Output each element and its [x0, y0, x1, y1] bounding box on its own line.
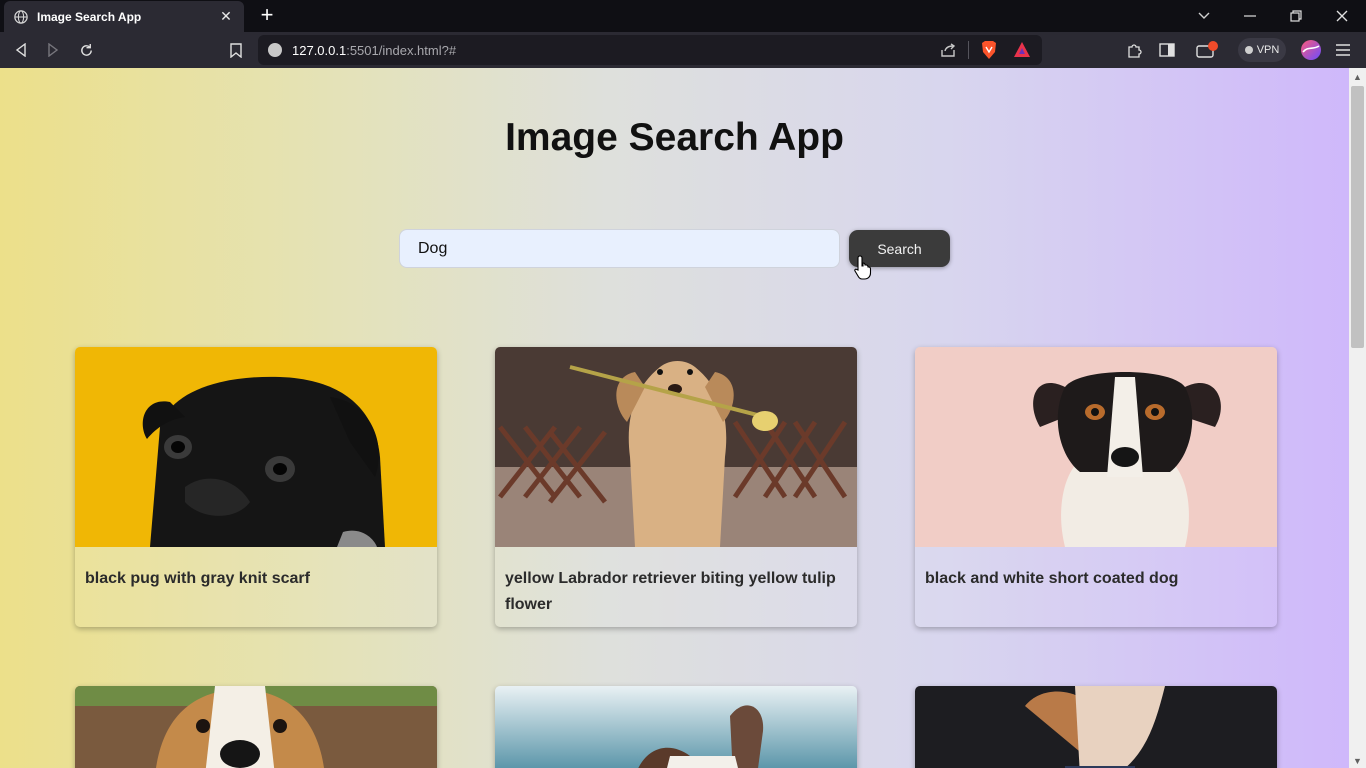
result-card[interactable]	[75, 686, 437, 768]
url-host: 127.0.0.1	[292, 43, 347, 58]
info-icon[interactable]	[268, 43, 282, 57]
result-image[interactable]	[495, 347, 857, 547]
minimize-icon[interactable]	[1230, 0, 1270, 32]
result-caption: black and white short coated dog	[925, 570, 1179, 587]
bookmark-icon[interactable]	[224, 38, 248, 62]
vpn-label: VPN	[1256, 44, 1280, 56]
vpn-button[interactable]: VPN	[1238, 38, 1286, 62]
result-card[interactable]: black pug with gray knit scarf	[75, 347, 437, 627]
scroll-up-icon[interactable]: ▲	[1353, 72, 1362, 82]
result-image[interactable]	[915, 686, 1277, 768]
result-image[interactable]	[75, 347, 437, 547]
result-card[interactable]: black and white short coated dog	[915, 347, 1277, 627]
back-icon[interactable]	[9, 38, 33, 62]
profile-icon[interactable]	[1299, 38, 1323, 62]
result-card[interactable]: yellow Labrador retriever biting yellow …	[495, 347, 857, 627]
address-bar[interactable]: 127.0.0.1:5501/index.html?#	[258, 35, 1042, 65]
result-card[interactable]	[495, 686, 857, 768]
result-card[interactable]	[915, 686, 1277, 768]
browser-toolbar: 127.0.0.1:5501/index.html?# VPN	[0, 32, 1366, 68]
page-viewport: Image Search App Search black pug with g…	[0, 68, 1349, 768]
page-scrollbar[interactable]: ▲ ▼	[1349, 68, 1366, 768]
plus-icon[interactable]: +	[256, 4, 278, 28]
scrollbar-thumb[interactable]	[1351, 86, 1364, 348]
wallet-icon[interactable]	[1196, 38, 1220, 62]
menu-icon[interactable]	[1331, 38, 1355, 62]
url-path: :5501/index.html?#	[346, 43, 457, 58]
result-caption: black pug with gray knit scarf	[85, 570, 310, 587]
pointer-cursor-icon	[854, 255, 872, 280]
close-icon[interactable]: ✕	[218, 8, 234, 25]
result-image[interactable]	[495, 686, 857, 768]
url-text: 127.0.0.1:5501/index.html?#	[292, 43, 456, 58]
window-close-icon[interactable]	[1322, 0, 1362, 32]
chevron-down-icon[interactable]	[1184, 0, 1224, 32]
result-caption: yellow Labrador retriever biting yellow …	[505, 570, 836, 613]
brave-rewards-icon[interactable]	[1013, 41, 1031, 63]
sidebar-icon[interactable]	[1155, 38, 1179, 62]
result-image[interactable]	[915, 347, 1277, 547]
tab-title: Image Search App	[37, 9, 142, 24]
share-icon[interactable]	[940, 42, 956, 63]
vpn-status-icon	[1244, 46, 1253, 54]
restore-icon[interactable]	[1276, 0, 1316, 32]
brave-lion-icon[interactable]	[980, 40, 998, 65]
divider	[968, 41, 969, 59]
page-title: Image Search App	[505, 116, 844, 159]
globe-icon	[14, 9, 28, 24]
reload-icon[interactable]	[74, 38, 98, 62]
browser-tab-strip: Image Search App ✕ +	[0, 0, 1366, 32]
result-image[interactable]	[75, 686, 437, 768]
search-input[interactable]	[399, 229, 840, 268]
scroll-down-icon[interactable]: ▼	[1353, 756, 1362, 766]
extensions-icon[interactable]	[1122, 38, 1146, 62]
browser-tab[interactable]: Image Search App ✕	[4, 1, 244, 32]
forward-icon[interactable]	[41, 38, 65, 62]
